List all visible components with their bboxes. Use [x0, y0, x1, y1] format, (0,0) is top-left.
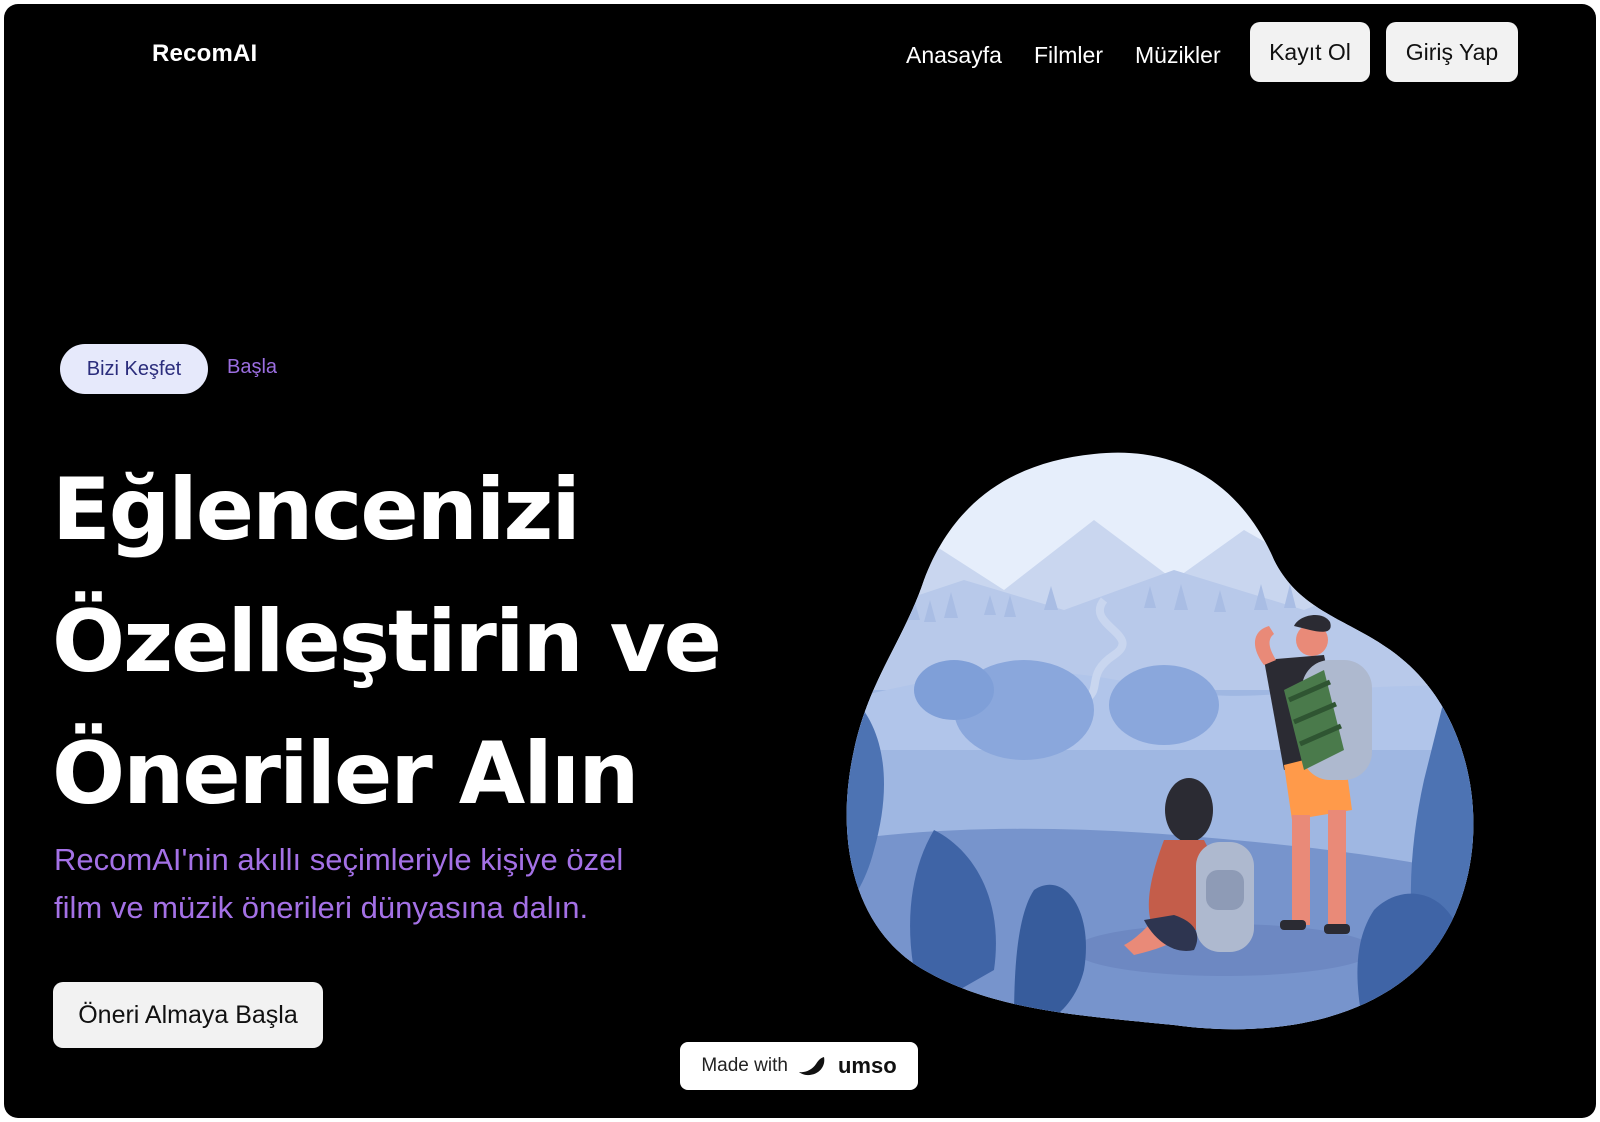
start-link[interactable]: Başla	[227, 356, 277, 379]
headline-line: Eğlencenizi	[52, 460, 581, 560]
hero-subtitle: RecomAI'nin akıllı seçimleriyle kişiye ö…	[54, 836, 694, 932]
get-recommendations-button[interactable]: Öneri Almaya Başla	[53, 982, 323, 1048]
subtitle-line: RecomAI'nin akıllı seçimleriyle kişiye ö…	[54, 842, 624, 877]
site-logo[interactable]: RecomAI	[152, 40, 257, 68]
badge-brand: umso	[837, 1053, 897, 1078]
headline-line: Öneriler Alın	[52, 724, 639, 824]
umso-logo-icon	[798, 1057, 825, 1076]
nav-link-home[interactable]: Anasayfa	[906, 42, 1002, 69]
page-frame: RecomAI Anasayfa Filmler Müzikler Kayıt …	[4, 4, 1596, 1118]
nav-link-music[interactable]: Müzikler	[1135, 42, 1221, 69]
hikers-landscape-illustration	[846, 452, 1474, 1030]
made-with-badge[interactable]: Made with umso	[680, 1042, 918, 1090]
headline-line: Özelleştirin ve	[52, 592, 722, 692]
badge-prefix: Made with	[701, 1055, 788, 1076]
login-button[interactable]: Giriş Yap	[1386, 22, 1518, 82]
nav-link-movies[interactable]: Filmler	[1034, 42, 1103, 69]
register-button[interactable]: Kayıt Ol	[1250, 22, 1370, 82]
subtitle-line: film ve müzik önerileri dünyasına dalın.	[54, 890, 589, 925]
discover-pill[interactable]: Bizi Keşfet	[60, 344, 208, 394]
hero-headline: Eğlencenizi Özelleştirin ve Öneriler Alı…	[52, 444, 812, 840]
